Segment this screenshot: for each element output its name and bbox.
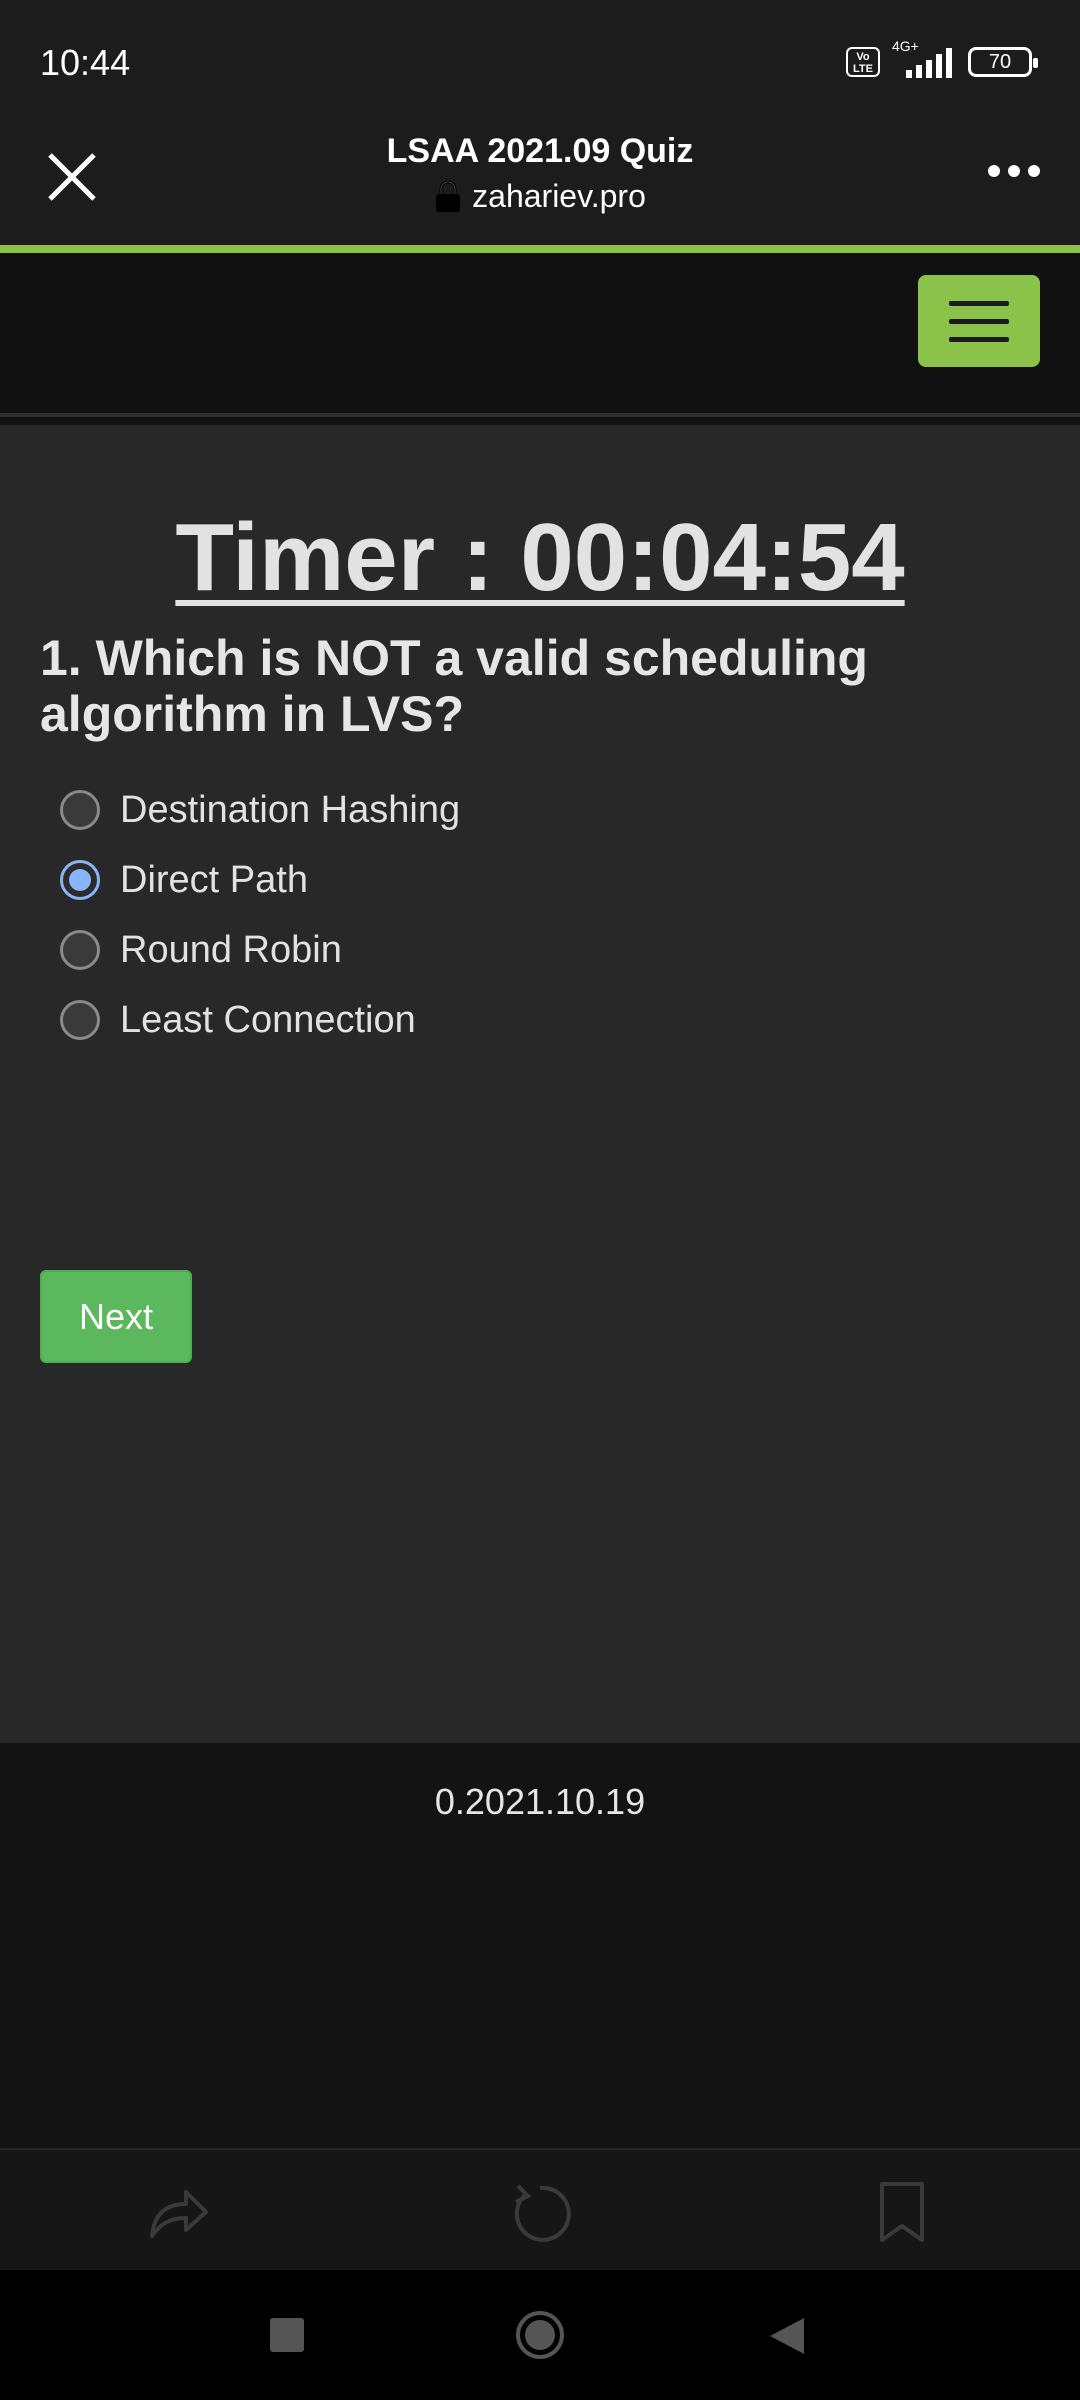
radio-button-selected[interactable] <box>60 860 100 900</box>
site-header <box>0 253 1080 417</box>
radio-button[interactable] <box>60 1000 100 1040</box>
page-load-progress <box>0 245 1080 253</box>
answer-options: Destination Hashing Direct Path Round Ro… <box>60 775 460 1055</box>
share-icon[interactable] <box>146 2180 210 2244</box>
option-label[interactable]: Direct Path <box>120 859 308 902</box>
radio-button[interactable] <box>60 790 100 830</box>
status-icons: Vo LTE 4G+ 70 <box>846 38 1038 78</box>
reload-icon[interactable] <box>508 2180 572 2244</box>
browser-bottom-toolbar <box>0 2148 1080 2270</box>
hamburger-menu-button[interactable] <box>918 275 1040 367</box>
status-time: 10:44 <box>40 42 131 83</box>
signal-icon: 4G+ <box>892 38 956 78</box>
home-icon[interactable] <box>515 2310 565 2360</box>
option-round-robin[interactable]: Round Robin <box>60 915 460 985</box>
quiz-content: Timer : 00:04:54 1. Which is NOT a valid… <box>0 425 1080 1743</box>
next-button[interactable]: Next <box>40 1270 192 1363</box>
battery-level: 70 <box>988 50 1012 73</box>
option-label[interactable]: Destination Hashing <box>120 789 460 832</box>
browser-top-bar: LSAA 2021.09 Quiz zahariev.pro <box>0 120 1080 245</box>
status-bar: 10:44 Vo LTE 4G+ 70 <box>0 0 1080 120</box>
option-destination-hashing[interactable]: Destination Hashing <box>60 775 460 845</box>
option-label[interactable]: Round Robin <box>120 929 342 972</box>
page-title: LSAA 2021.09 Quiz <box>386 132 694 170</box>
battery-icon: 70 <box>968 47 1038 77</box>
site-footer: 0.2021.10.19 <box>0 1743 1080 2148</box>
url-bar[interactable]: zahariev.pro <box>0 178 1080 215</box>
question-text: 1. Which is NOT a valid scheduling algor… <box>40 630 868 742</box>
option-label[interactable]: Least Connection <box>120 999 416 1042</box>
url-text: zahariev.pro <box>472 178 646 214</box>
bookmark-icon[interactable] <box>870 2180 934 2244</box>
back-icon[interactable] <box>768 2316 806 2356</box>
more-options-icon[interactable] <box>988 165 1040 177</box>
version-text: 0.2021.10.19 <box>434 1781 646 1822</box>
quiz-timer: Timer : 00:04:54 <box>175 504 905 611</box>
recents-icon[interactable] <box>270 2318 304 2352</box>
radio-button[interactable] <box>60 930 100 970</box>
lock-icon <box>436 180 461 212</box>
option-least-connection[interactable]: Least Connection <box>60 985 460 1055</box>
system-nav-bar <box>0 2270 1080 2400</box>
volte-icon: Vo LTE <box>846 47 880 77</box>
option-direct-path[interactable]: Direct Path <box>60 845 460 915</box>
hamburger-icon <box>949 300 1009 306</box>
